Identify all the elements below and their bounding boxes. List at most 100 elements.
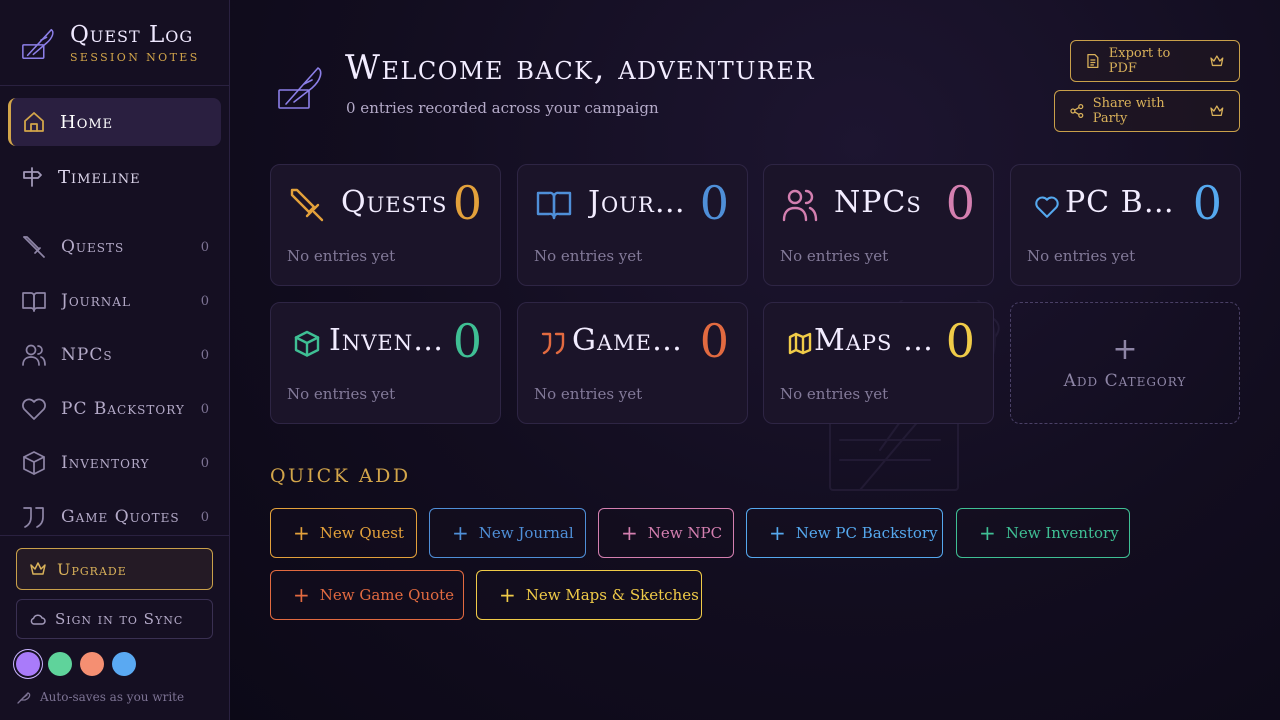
document-icon [1087,53,1099,69]
card-empty-text: No entries yet [287,385,396,403]
users-icon [22,344,46,366]
plus-icon: + [1112,332,1138,367]
new-inventory-button[interactable]: + New Inventory [956,508,1130,558]
signpost-icon [23,167,42,187]
new-game-quote-button[interactable]: + New Game Quote [270,570,464,620]
category-card-inventory[interactable]: Inventory 0 No entries yet [270,302,501,424]
autosave-text: Auto-saves as you write [40,690,185,704]
card-title: Game Quotes [572,323,688,358]
book-icon [22,292,46,312]
autosave-note: Auto-saves as you write [16,689,184,705]
sidebar: Quest Log Session Notes Home Timeline Qu… [0,0,230,720]
crown-icon [1210,55,1224,67]
feather-icon [17,692,31,704]
sidebar-item-label: Journal [61,291,131,311]
export-pdf-button[interactable]: Export to PDF [1070,40,1240,82]
quill-logo-icon [22,28,54,59]
category-card-quests[interactable]: Quests 0 No entries yet [270,164,501,286]
category-card-maps-sketches[interactable]: Maps & Sketches 0 No entries yet [763,302,994,424]
theme-swatch-green[interactable] [48,652,72,676]
sidebar-item-label: NPCs [61,345,113,365]
sidebar-item-count: 0 [200,509,209,525]
sidebar-item-count: 0 [200,347,209,363]
upgrade-label: Upgrade [57,559,127,579]
category-card-pc-backstory[interactable]: PC Backstory 0 No entries yet [1010,164,1241,286]
card-empty-text: No entries yet [780,247,889,265]
plus-icon: + [452,521,469,545]
sidebar-item-label: Quests [61,237,125,257]
card-count: 0 [945,176,975,230]
new-pc-backstory-button[interactable]: + New PC Backstory [746,508,943,558]
sidebar-item-count: 0 [200,239,209,255]
cloud-icon [30,614,46,625]
share-label: Share with Party [1092,96,1165,126]
sidebar-item-pc-backstory[interactable]: PC Backstory 0 [8,386,221,432]
quick-add-label: New Inventory [1005,524,1119,542]
book-icon [536,191,572,220]
card-count: 0 [452,176,482,230]
category-card-npcs[interactable]: NPCs 0 No entries yet [763,164,994,286]
page-title: Welcome back, adventurer [345,48,816,88]
nav-item-label: Timeline [58,166,141,188]
quick-add-label: New Quest [319,524,404,542]
card-count: 0 [452,314,482,368]
brand: Quest Log Session Notes [0,0,229,86]
new-maps-sketches-button[interactable]: + New Maps & Sketches [476,570,702,620]
sign-in-sync-button[interactable]: Sign in to Sync [16,599,213,639]
sidebar-item-label: Game Quotes [61,507,180,527]
sidebar-item-inventory[interactable]: Inventory 0 [8,440,221,486]
page-subtitle: 0 entries recorded across your campaign [346,99,659,117]
sidebar-item-quests[interactable]: Quests 0 [8,224,221,270]
theme-swatch-coral[interactable] [80,652,104,676]
add-category-button[interactable]: + Add Category [1010,302,1240,424]
sidebar-item-count: 0 [200,455,209,471]
sign-in-label: Sign in to Sync [55,610,184,628]
theme-swatch-purple[interactable] [16,652,40,676]
quick-add-label: New NPC [647,524,723,542]
card-count: 0 [699,314,729,368]
sidebar-item-count: 0 [200,401,209,417]
quick-add-label: New Journal [478,524,574,542]
home-icon [24,112,44,132]
quick-add-label: New Maps & Sketches [525,586,699,604]
sidebar-item-journal[interactable]: Journal 0 [8,278,221,324]
card-title: Journal [588,185,698,220]
card-title: NPCs [834,185,922,220]
share-party-button[interactable]: Share with Party [1054,90,1240,132]
plus-icon: + [769,521,786,545]
category-card-game-quotes[interactable]: Game Quotes 0 No entries yet [517,302,748,424]
nav-item-home[interactable]: Home [8,98,221,146]
card-count: 0 [1192,176,1222,230]
card-empty-text: No entries yet [287,247,396,265]
sidebar-item-game-quotes[interactable]: Game Quotes 0 [8,494,221,540]
crown-icon [1210,105,1224,117]
card-count: 0 [699,176,729,230]
new-journal-button[interactable]: + New Journal [429,508,586,558]
category-card-journal[interactable]: Journal 0 No entries yet [517,164,748,286]
sword-icon [23,236,45,258]
add-category-label: Add Category [1063,371,1187,391]
nav-item-timeline[interactable]: Timeline [8,153,221,201]
new-npc-button[interactable]: + New NPC [598,508,734,558]
crown-icon [30,562,46,575]
card-empty-text: No entries yet [1027,247,1136,265]
plus-icon: + [621,521,638,545]
card-title: Quests [341,185,448,220]
quick-add-title: QUICK ADD [270,465,411,487]
card-title: PC Backstory [1065,185,1181,220]
sidebar-item-npcs[interactable]: NPCs 0 [8,332,221,378]
theme-swatch-blue[interactable] [112,652,136,676]
sword-icon [290,188,324,222]
users-icon [782,189,818,222]
heart-icon [1035,196,1059,218]
card-empty-text: No entries yet [534,247,643,265]
new-quest-button[interactable]: + New Quest [270,508,417,558]
upgrade-button[interactable]: Upgrade [16,548,213,590]
export-label: Export to PDF [1108,46,1171,76]
quill-icon [278,67,322,109]
plus-icon: + [293,521,310,545]
sidebar-item-label: Inventory [61,453,150,473]
card-title: Maps & Sketches [814,323,934,358]
brand-title: Quest Log [70,21,194,48]
box-icon [294,330,320,357]
